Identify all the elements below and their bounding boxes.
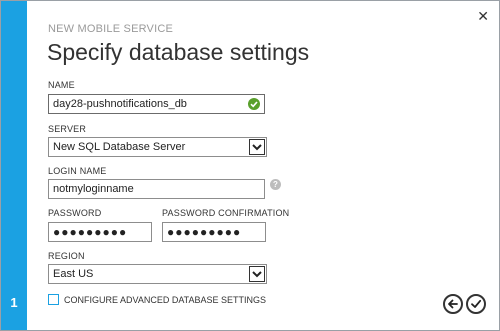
arrow-left-icon [448, 299, 458, 309]
dialog: 1 ✕ NEW MOBILE SERVICE Specify database … [0, 0, 500, 331]
login-name-label: LOGIN NAME [48, 166, 107, 176]
region-label: REGION [48, 251, 85, 261]
step-sidebar: 1 [1, 1, 27, 330]
server-select[interactable]: New SQL Database Server [48, 137, 267, 157]
dialog-subtitle: NEW MOBILE SERVICE [48, 23, 174, 35]
close-icon[interactable]: ✕ [477, 9, 489, 23]
region-select[interactable]: East US [48, 264, 267, 284]
checkmark-circle-icon [248, 98, 260, 110]
region-value: East US [53, 268, 94, 280]
name-input[interactable]: day28-pushnotifications_db [48, 94, 265, 114]
dialog-title: Specify database settings [47, 39, 310, 65]
name-value: day28-pushnotifications_db [53, 98, 187, 110]
login-name-value: notmyloginname [53, 183, 134, 195]
checkmark-icon [471, 299, 482, 308]
login-name-input[interactable]: notmyloginname [48, 179, 265, 199]
chevron-down-icon[interactable] [249, 139, 265, 155]
password-value: ●●●●●●●●● [53, 225, 128, 239]
finish-button[interactable] [466, 294, 486, 314]
password-confirmation-value: ●●●●●●●●● [167, 225, 242, 239]
chevron-down-icon[interactable] [249, 266, 265, 282]
password-confirmation-input[interactable]: ●●●●●●●●● [162, 222, 266, 242]
password-input[interactable]: ●●●●●●●●● [48, 222, 152, 242]
step-number: 1 [10, 295, 18, 310]
password-confirmation-label: PASSWORD CONFIRMATION [162, 208, 290, 218]
name-label: NAME [48, 80, 75, 90]
password-label: PASSWORD [48, 208, 102, 218]
advanced-settings-checkbox[interactable] [48, 294, 59, 305]
server-value: New SQL Database Server [53, 141, 186, 153]
advanced-settings-label[interactable]: CONFIGURE ADVANCED DATABASE SETTINGS [64, 295, 266, 305]
help-icon[interactable]: ? [270, 179, 281, 190]
server-label: SERVER [48, 124, 87, 134]
back-button[interactable] [443, 294, 463, 314]
